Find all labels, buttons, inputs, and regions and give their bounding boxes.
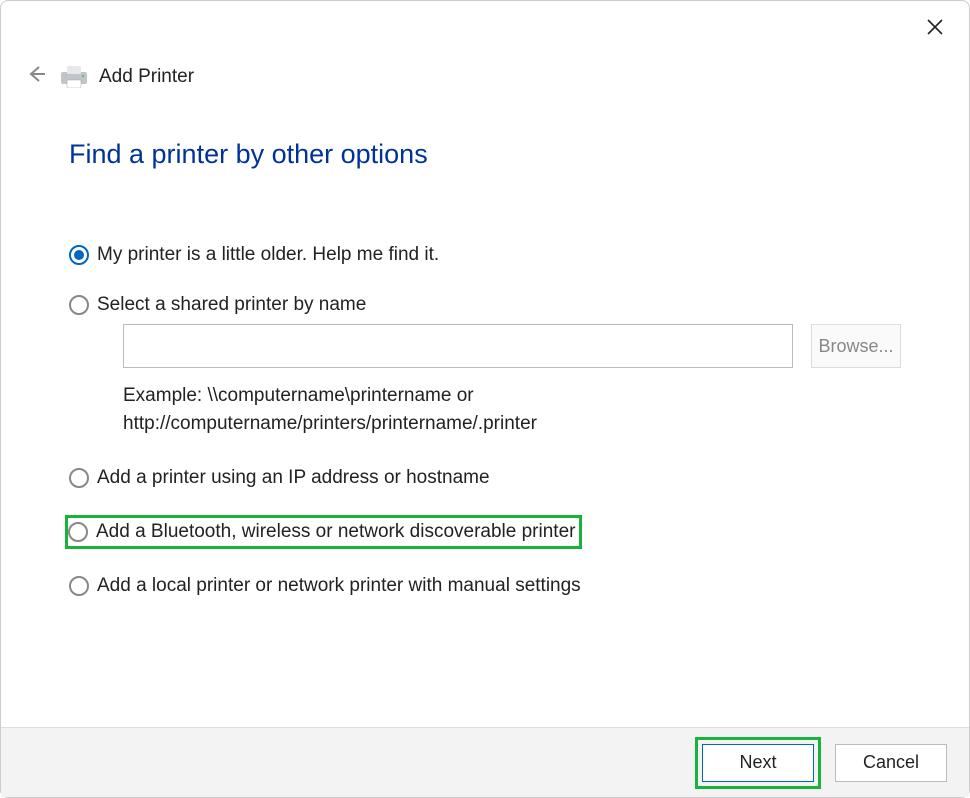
radio-shared-printer[interactable] <box>69 295 89 315</box>
option-label: My printer is a little older. Help me fi… <box>97 244 439 266</box>
window-title: Add Printer <box>99 66 194 88</box>
shared-printer-name-input[interactable] <box>123 324 793 368</box>
browse-button[interactable]: Browse... <box>811 324 901 368</box>
radio-ip-address[interactable] <box>69 468 89 488</box>
cancel-button[interactable]: Cancel <box>835 744 947 782</box>
shared-printer-sub: Browse... Example: \\computername\printe… <box>123 324 901 437</box>
options-group: My printer is a little older. Help me fi… <box>69 242 901 623</box>
header-row: Add Printer <box>1 51 969 91</box>
printer-icon <box>59 66 89 88</box>
footer: Next Cancel <box>1 727 969 797</box>
titlebar <box>1 1 969 51</box>
option-ip-address[interactable]: Add a printer using an IP address or hos… <box>69 465 901 491</box>
option-label: Select a shared printer by name <box>97 294 366 316</box>
shared-input-row: Browse... <box>123 324 901 368</box>
back-arrow-icon[interactable] <box>23 63 49 91</box>
example-line1: Example: \\computername\printername or <box>123 385 474 406</box>
option-label: Add a local printer or network printer w… <box>97 575 581 597</box>
next-button[interactable]: Next <box>702 744 814 782</box>
page-heading: Find a printer by other options <box>69 139 901 170</box>
option-older-printer[interactable]: My printer is a little older. Help me fi… <box>69 242 901 268</box>
option-label: Add a printer using an IP address or hos… <box>97 467 490 489</box>
option-bluetooth-wireless[interactable]: Add a Bluetooth, wireless or network dis… <box>65 515 582 549</box>
example-text: Example: \\computername\printername or h… <box>123 382 901 437</box>
option-label: Add a Bluetooth, wireless or network dis… <box>96 521 575 543</box>
radio-local-printer[interactable] <box>69 576 89 596</box>
content: Find a printer by other options My print… <box>1 91 969 623</box>
radio-bluetooth-wireless[interactable] <box>68 522 88 542</box>
example-line2: http://computername/printers/printername… <box>123 413 537 434</box>
close-icon[interactable] <box>921 13 949 41</box>
radio-older-printer[interactable] <box>69 245 89 265</box>
option-local-printer[interactable]: Add a local printer or network printer w… <box>69 573 901 599</box>
next-highlight: Next <box>695 737 821 789</box>
option-shared-printer[interactable]: Select a shared printer by name <box>69 292 901 318</box>
